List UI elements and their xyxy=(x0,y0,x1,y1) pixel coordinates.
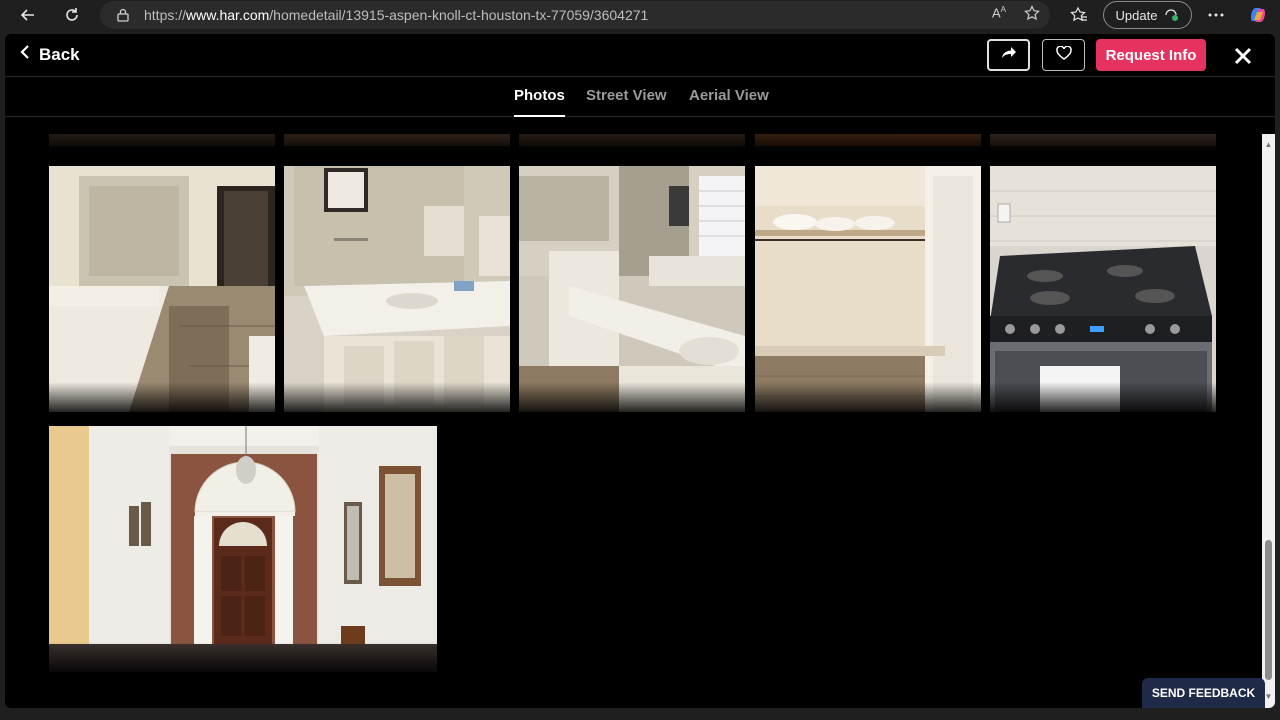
url-prefix: https:// xyxy=(144,7,187,23)
scroll-thumb[interactable] xyxy=(1265,540,1272,680)
favorite-star-icon[interactable] xyxy=(1024,5,1040,24)
photo-thumbnail[interactable] xyxy=(284,134,510,150)
more-menu-icon[interactable] xyxy=(1205,0,1227,30)
scroll-down-icon[interactable]: ▼ xyxy=(1264,692,1273,701)
photo-thumbnail[interactable] xyxy=(519,134,745,150)
back-label: Back xyxy=(39,44,80,64)
address-bar[interactable]: https://www.har.com/homedetail/13915-asp… xyxy=(100,1,1050,29)
favorites-icon[interactable] xyxy=(1068,0,1090,30)
photo-front-entry[interactable] xyxy=(49,426,437,672)
send-feedback-button[interactable]: SEND FEEDBACK xyxy=(1142,678,1265,708)
tab-aerial-view[interactable]: Aerial View xyxy=(689,87,769,117)
url-host: www.har.com xyxy=(186,7,270,23)
share-button[interactable] xyxy=(987,39,1030,71)
chevron-left-icon xyxy=(19,44,31,65)
scroll-up-icon[interactable]: ▲ xyxy=(1264,140,1273,149)
photo-bath-sink[interactable] xyxy=(284,166,510,412)
request-info-button[interactable]: Request Info xyxy=(1096,39,1206,71)
lock-icon xyxy=(116,8,130,22)
photo-walk-in-closet[interactable] xyxy=(755,166,981,412)
back-button[interactable]: Back xyxy=(19,44,80,65)
modal-header: Back Request Info xyxy=(5,34,1275,77)
photo-thumbnail[interactable] xyxy=(49,134,275,150)
photo-grid xyxy=(5,134,1260,708)
tab-photos[interactable]: Photos xyxy=(514,87,565,117)
photo-thumbnail[interactable] xyxy=(755,134,981,150)
read-aloud-icon[interactable]: AA xyxy=(992,5,1006,24)
browser-toolbar: https://www.har.com/homedetail/13915-asp… xyxy=(0,0,1280,30)
photo-gas-range[interactable] xyxy=(990,166,1216,412)
favorite-button[interactable] xyxy=(1042,39,1085,71)
refresh-icon[interactable] xyxy=(54,0,90,30)
photo-gallery-modal: Back Request Info Photos Street View Aer… xyxy=(5,34,1275,708)
update-badge-icon xyxy=(1163,6,1179,25)
share-icon xyxy=(1001,46,1017,65)
photo-master-bath-vanity[interactable] xyxy=(49,166,275,412)
photo-bath-tub-vanity[interactable] xyxy=(519,166,745,412)
url-path: /homedetail/13915-aspen-knoll-ct-houston… xyxy=(269,7,649,23)
heart-icon xyxy=(1055,44,1072,65)
photo-thumbnail[interactable] xyxy=(990,134,1216,150)
view-tabs: Photos Street View Aerial View xyxy=(5,78,1275,117)
back-arrow-icon[interactable] xyxy=(10,0,46,30)
close-icon[interactable] xyxy=(1231,44,1255,68)
copilot-icon[interactable] xyxy=(1246,0,1270,30)
tab-street-view[interactable]: Street View xyxy=(586,87,667,117)
update-button[interactable]: Update xyxy=(1103,1,1192,29)
update-label: Update xyxy=(1115,7,1158,23)
gallery-scrollbar[interactable]: ▲ ▼ xyxy=(1262,134,1275,708)
